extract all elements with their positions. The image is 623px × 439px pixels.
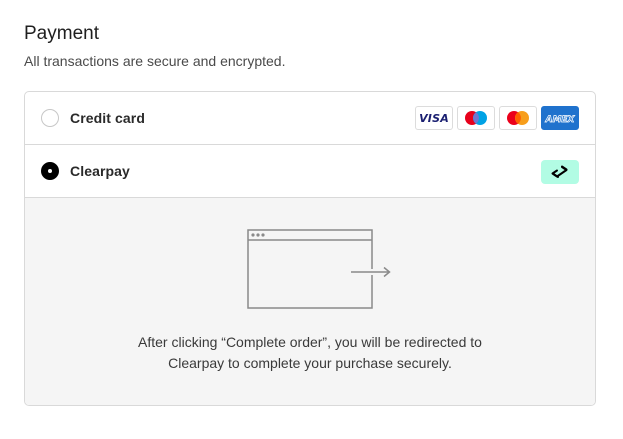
clearpay-redirect-panel: After clicking “Complete order”, you wil… bbox=[25, 198, 595, 405]
amex-icon-text: AMEX bbox=[544, 115, 575, 125]
visa-icon: VISA bbox=[415, 106, 453, 130]
payment-option-clearpay[interactable]: Clearpay bbox=[25, 145, 595, 198]
credit-card-radio[interactable] bbox=[41, 109, 59, 127]
redirect-message-line-2: Clearpay to complete your purchase secur… bbox=[168, 355, 452, 371]
maestro-icon bbox=[457, 106, 495, 130]
amex-icon: AMEX bbox=[541, 106, 579, 130]
credit-card-label: Credit card bbox=[70, 110, 146, 126]
browser-redirect-icon bbox=[247, 229, 391, 309]
visa-icon-text: VISA bbox=[419, 111, 449, 125]
redirect-message: After clicking “Complete order”, you wil… bbox=[25, 332, 595, 374]
maestro-icon-svg bbox=[465, 111, 487, 125]
clearpay-logo-icon bbox=[541, 160, 579, 184]
payment-methods-panel: Credit card VISA AMEX Clearpay After cli… bbox=[24, 91, 596, 406]
clearpay-radio[interactable] bbox=[41, 162, 59, 180]
payment-heading: Payment bbox=[24, 23, 99, 44]
payment-section: Payment All transactions are secure and … bbox=[0, 0, 623, 439]
payment-option-credit-card[interactable]: Credit card VISA AMEX bbox=[25, 92, 595, 145]
mastercard-icon-svg bbox=[507, 111, 529, 125]
payment-subheading: All transactions are secure and encrypte… bbox=[24, 53, 286, 69]
clearpay-label: Clearpay bbox=[70, 163, 130, 179]
redirect-message-line-1: After clicking “Complete order”, you wil… bbox=[138, 334, 482, 350]
mastercard-icon bbox=[499, 106, 537, 130]
amex-icon-svg: AMEX bbox=[544, 115, 576, 126]
clearpay-arrows-icon bbox=[551, 165, 568, 178]
